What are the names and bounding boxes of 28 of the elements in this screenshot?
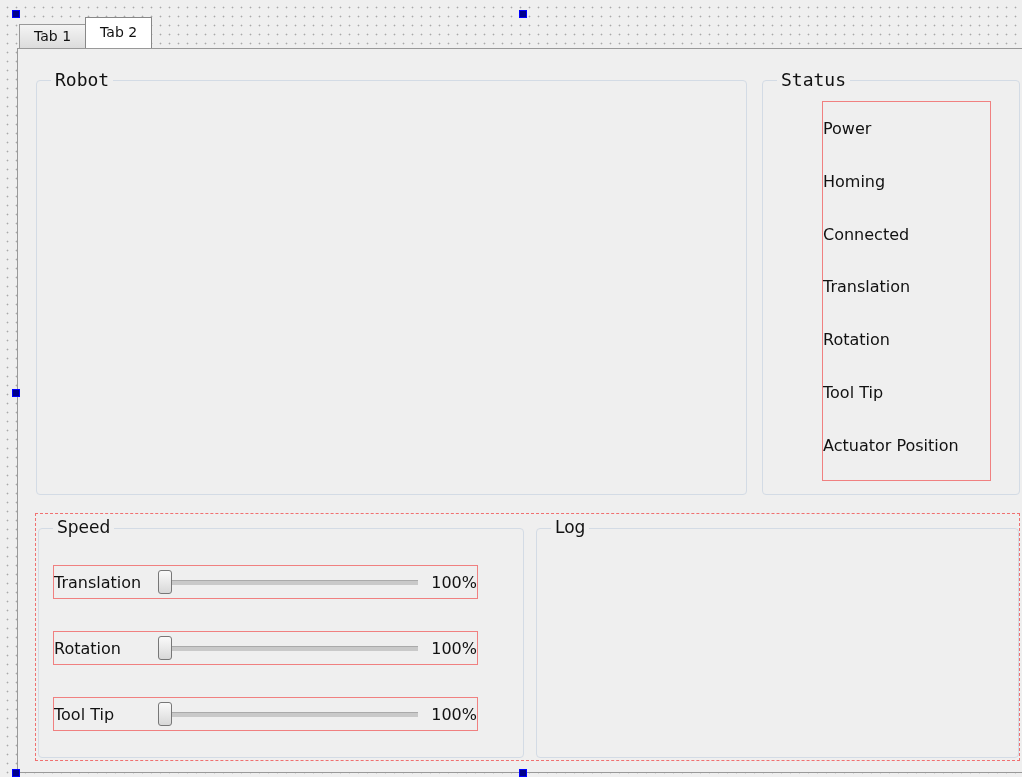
selection-handle[interactable]	[12, 389, 20, 397]
status-label: Connected	[823, 224, 911, 244]
status-label: Power	[823, 118, 873, 138]
status-label: Translation	[823, 277, 912, 297]
slider-thumb[interactable]	[158, 636, 172, 660]
slider[interactable]	[158, 702, 418, 726]
slider-thumb[interactable]	[158, 570, 172, 594]
status-label: Rotation	[823, 330, 891, 350]
status-label: Tool Tip	[823, 383, 885, 403]
slider[interactable]	[158, 636, 418, 660]
slider-label: Rotation	[54, 638, 122, 658]
selection-handle[interactable]	[12, 769, 20, 777]
slider-label: Tool Tip	[54, 704, 116, 724]
slider-label: Translation	[54, 572, 143, 592]
slider[interactable]	[158, 570, 418, 594]
group-title: Speed	[53, 517, 115, 537]
selection-handle[interactable]	[12, 10, 20, 18]
status-label: Actuator Position	[823, 436, 960, 455]
tab[interactable]: Tab 2	[85, 17, 153, 48]
status-label: Homing	[823, 171, 887, 191]
selection-handle[interactable]	[519, 10, 527, 18]
tab[interactable]: Tab 1	[19, 24, 87, 48]
selection-handle[interactable]	[519, 769, 527, 777]
slider-value: 100%	[431, 638, 477, 658]
slider-value: 100%	[431, 572, 477, 592]
slider-thumb[interactable]	[158, 702, 172, 726]
slider-value: 100%	[431, 704, 477, 724]
group-title: Log	[551, 517, 590, 537]
